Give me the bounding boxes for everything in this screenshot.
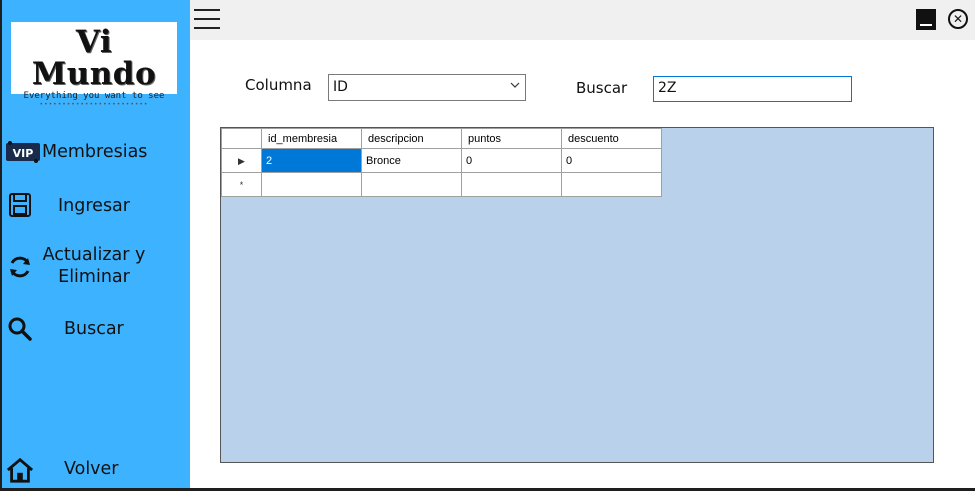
column-header[interactable]: descuento	[561, 128, 662, 149]
search-label: Buscar	[576, 79, 628, 97]
sidebar-item-label: Buscar	[64, 319, 124, 339]
current-row-arrow-icon: ▶	[238, 155, 245, 166]
sidebar-item-actualizar-eliminar[interactable]: Actualizar y Eliminar	[2, 244, 190, 290]
table-new-row[interactable]: *	[221, 172, 662, 197]
search-input[interactable]: 2Z	[653, 76, 852, 102]
logo-dots: ••••••••••••••••••••••••	[39, 101, 149, 108]
column-header[interactable]: puntos	[461, 128, 562, 149]
row-header[interactable]: ▶	[221, 148, 262, 173]
new-row-asterisk-icon: *	[239, 179, 244, 190]
table-cell[interactable]: 2	[261, 148, 362, 173]
main-window: Vi Mundo Everything you want to see ••••…	[2, 0, 975, 488]
table-cell[interactable]: 0	[461, 148, 562, 173]
minimize-icon[interactable]	[916, 9, 936, 30]
sidebar-item-ingresar[interactable]: Ingresar	[2, 191, 190, 221]
table-cell[interactable]: 0	[561, 148, 662, 173]
table-cell[interactable]	[361, 172, 462, 197]
column-select-value: ID	[333, 79, 348, 95]
svg-text:VIP: VIP	[13, 147, 34, 160]
close-icon[interactable]: ✕	[948, 9, 968, 29]
logo-subtitle: Everything you want to see	[23, 91, 165, 101]
table-row[interactable]: ▶ 2 Bronce 0 0	[221, 148, 662, 173]
data-grid[interactable]: id_membresia descripcion puntos descuent…	[220, 127, 934, 463]
chevron-down-icon	[510, 80, 520, 93]
sidebar-item-label: Volver	[64, 459, 119, 479]
refresh-icon	[6, 253, 34, 281]
sidebar-item-volver[interactable]: Volver	[2, 454, 190, 486]
column-select[interactable]: ID	[328, 74, 526, 101]
data-table: id_membresia descripcion puntos descuent…	[221, 128, 662, 197]
row-header-corner	[221, 128, 262, 149]
vip-icon: VIP	[5, 138, 41, 166]
home-icon	[6, 456, 34, 484]
sidebar-item-membresias[interactable]: VIP Membresias	[2, 138, 190, 168]
row-header[interactable]: *	[221, 172, 262, 197]
sidebar-item-buscar[interactable]: Buscar	[2, 315, 190, 345]
search-icon	[6, 315, 34, 343]
sidebar-item-label: Ingresar	[58, 196, 130, 216]
column-header[interactable]: descripcion	[361, 128, 462, 149]
table-header-row: id_membresia descripcion puntos descuent…	[221, 128, 662, 149]
column-header[interactable]: id_membresia	[261, 128, 362, 149]
table-cell[interactable]	[561, 172, 662, 197]
close-glyph: ✕	[952, 12, 964, 26]
logo: Vi Mundo Everything you want to see ••••…	[11, 22, 177, 108]
hamburger-icon[interactable]	[194, 9, 220, 31]
floppy-disk-icon	[6, 191, 34, 219]
sidebar-item-label: Membresias	[42, 142, 148, 162]
sidebar: Vi Mundo Everything you want to see ••••…	[2, 0, 190, 488]
table-cell[interactable]	[261, 172, 362, 197]
column-label: Columna	[245, 76, 312, 94]
top-bar: ✕	[190, 0, 975, 40]
table-cell[interactable]: Bronce	[361, 148, 462, 173]
logo-title: Vi Mundo	[31, 24, 157, 92]
sidebar-item-label: Actualizar y Eliminar	[42, 245, 146, 287]
table-cell[interactable]	[461, 172, 562, 197]
